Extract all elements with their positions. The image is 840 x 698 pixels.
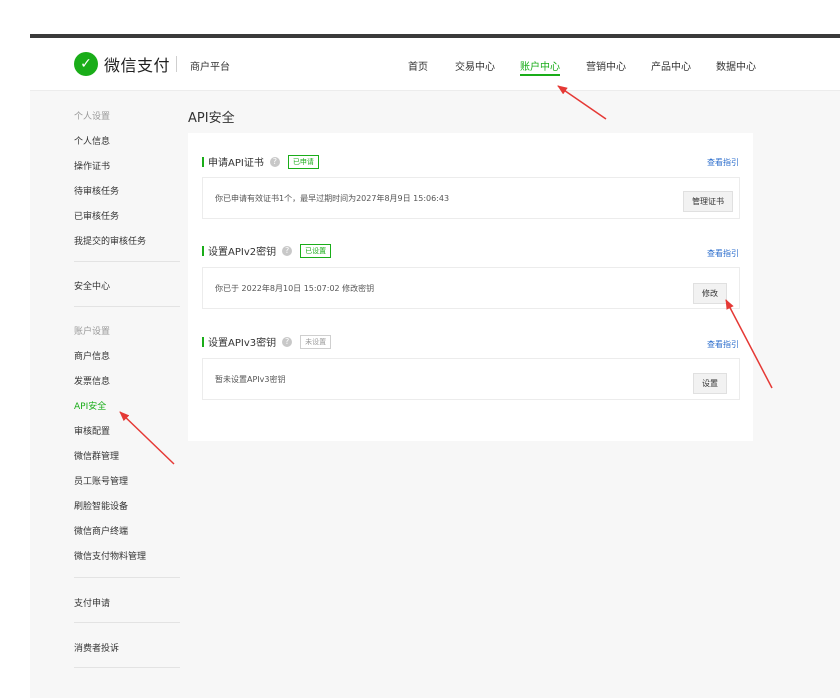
arrow-to-api-security xyxy=(119,411,175,465)
annotation-arrows xyxy=(119,85,773,465)
arrow-to-modify-button xyxy=(725,299,773,389)
arrow-to-account-center xyxy=(557,85,607,120)
